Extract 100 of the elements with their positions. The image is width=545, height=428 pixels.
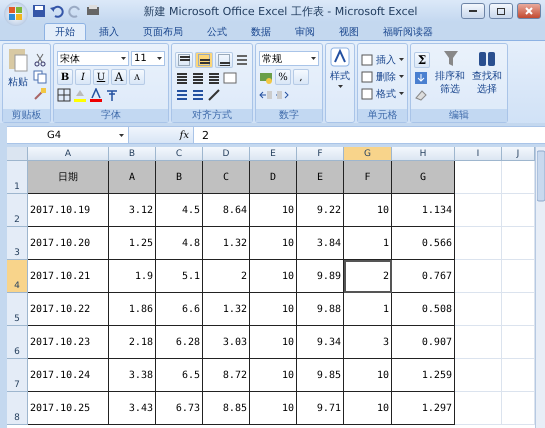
grow-font-button[interactable]: A xyxy=(111,69,127,85)
column-header[interactable]: F xyxy=(297,147,344,161)
table-cell: 6.6 xyxy=(156,293,203,326)
row-header[interactable]: 2 xyxy=(7,194,28,227)
percent-button[interactable]: % xyxy=(275,69,291,85)
table-cell: 2.18 xyxy=(109,326,156,359)
table-cell: 5.1 xyxy=(156,260,203,293)
decrease-indent-icon xyxy=(175,88,189,102)
ribbon-tab[interactable]: 开始 xyxy=(44,23,86,40)
header-cell: C xyxy=(203,161,250,194)
paste-button[interactable]: 粘贴 xyxy=(6,46,30,107)
column-header[interactable]: A xyxy=(28,147,109,161)
font-name-field[interactable]: 宋体 xyxy=(57,51,129,66)
header-cell: G xyxy=(392,161,455,194)
row-header[interactable]: 6 xyxy=(7,326,28,359)
table-cell: 3.43 xyxy=(109,392,156,425)
column-header[interactable]: J xyxy=(502,147,535,161)
header-cell: 日期 xyxy=(28,161,109,194)
table-cell: 0.767 xyxy=(392,260,455,293)
cells-menu-button[interactable]: 删除 xyxy=(361,70,404,84)
align-right-icon xyxy=(207,70,221,84)
ribbon-tab[interactable]: 插入 xyxy=(88,23,130,40)
group-label: 单元格 xyxy=(358,109,407,122)
align-icon xyxy=(218,54,230,66)
office-logo-icon xyxy=(9,7,23,21)
formula-field[interactable]: 2 xyxy=(194,127,545,143)
maximize-button[interactable] xyxy=(489,3,513,19)
font-color-icon xyxy=(89,88,103,102)
column-header[interactable]: G xyxy=(344,147,392,161)
align-icon xyxy=(178,54,190,66)
table-cell: 10 xyxy=(250,359,297,392)
vertical-align-button[interactable] xyxy=(195,52,213,68)
cell-icon xyxy=(361,88,373,100)
align-icon xyxy=(198,54,210,66)
minimize-button[interactable] xyxy=(461,3,485,19)
table-cell: 1.32 xyxy=(203,227,250,260)
cells-menu-button[interactable]: 格式 xyxy=(361,86,404,100)
font-size-field[interactable]: 11 xyxy=(131,51,165,66)
caret-icon xyxy=(119,134,124,136)
comma-button[interactable]: , xyxy=(293,69,309,85)
cell-icon xyxy=(361,70,373,82)
vertical-align-button[interactable] xyxy=(175,52,193,68)
table-cell: 10 xyxy=(250,194,297,227)
table-cell: 1.259 xyxy=(392,359,455,392)
bold-button[interactable]: B xyxy=(57,69,73,85)
caret-icon xyxy=(311,57,316,60)
header-cell: E xyxy=(297,161,344,194)
table-cell: 1.25 xyxy=(109,227,156,260)
ribbon-tab[interactable]: 审阅 xyxy=(284,23,326,40)
redo-icon xyxy=(68,4,82,18)
autosum-button[interactable]: Σ xyxy=(414,52,430,68)
ribbon-tab[interactable]: 公式 xyxy=(196,23,238,40)
column-header[interactable]: C xyxy=(156,147,203,161)
caret-icon xyxy=(399,75,404,78)
underline-button[interactable]: U xyxy=(93,69,109,85)
table-cell: 2017.10.20 xyxy=(28,227,109,260)
table-cell: 2 xyxy=(203,260,250,293)
column-header[interactable]: B xyxy=(109,147,156,161)
row-header[interactable]: 1 xyxy=(7,161,28,194)
column-header[interactable]: E xyxy=(250,147,297,161)
sort-filter-button[interactable]: 排序和筛选 xyxy=(433,46,467,107)
row-header[interactable]: 8 xyxy=(7,392,28,425)
fill-down-icon xyxy=(414,70,428,84)
ribbon-tab[interactable]: 页面布局 xyxy=(132,23,194,40)
vertical-scrollbar[interactable] xyxy=(535,147,545,428)
table-cell: 9.88 xyxy=(297,293,344,326)
number-format-field[interactable]: 常规 xyxy=(259,51,319,66)
column-header[interactable]: H xyxy=(392,147,455,161)
column-header[interactable]: I xyxy=(455,147,502,161)
table-cell: 1.86 xyxy=(109,293,156,326)
row-header[interactable]: 5 xyxy=(7,293,28,326)
cells-menu-button[interactable]: 插入 xyxy=(361,52,404,66)
italic-button[interactable]: I xyxy=(75,69,91,85)
caret-icon xyxy=(399,58,404,61)
find-select-button[interactable]: 查找和选择 xyxy=(470,46,504,107)
table-cell: 3 xyxy=(344,326,392,359)
caret-icon xyxy=(157,57,162,60)
shrink-font-button[interactable]: A xyxy=(129,69,145,85)
table-cell: 3.84 xyxy=(297,227,344,260)
column-header[interactable]: D xyxy=(203,147,250,161)
table-cell: 10 xyxy=(250,326,297,359)
close-icon xyxy=(525,7,533,15)
row-header[interactable]: 3 xyxy=(7,227,28,260)
table-cell: 2017.10.19 xyxy=(28,194,109,227)
ribbon-tab[interactable]: 福昕阅读器 xyxy=(372,23,444,40)
table-cell: 2017.10.24 xyxy=(28,359,109,392)
border-icon xyxy=(57,88,71,102)
close-button[interactable] xyxy=(517,3,541,19)
ribbon-tab[interactable]: 视图 xyxy=(328,23,370,40)
row-header[interactable]: 7 xyxy=(7,359,28,392)
office-button[interactable] xyxy=(4,2,28,26)
copy-icon xyxy=(33,70,47,84)
ribbon-tab[interactable]: 数据 xyxy=(240,23,282,40)
table-cell: 10 xyxy=(250,293,297,326)
table-cell: 1.32 xyxy=(203,293,250,326)
insert-function-button[interactable]: fx xyxy=(129,127,194,143)
row-header[interactable]: 4 xyxy=(7,260,28,293)
table-cell: 4.8 xyxy=(156,227,203,260)
vertical-align-button[interactable] xyxy=(215,52,233,68)
table-cell: 9.85 xyxy=(297,359,344,392)
